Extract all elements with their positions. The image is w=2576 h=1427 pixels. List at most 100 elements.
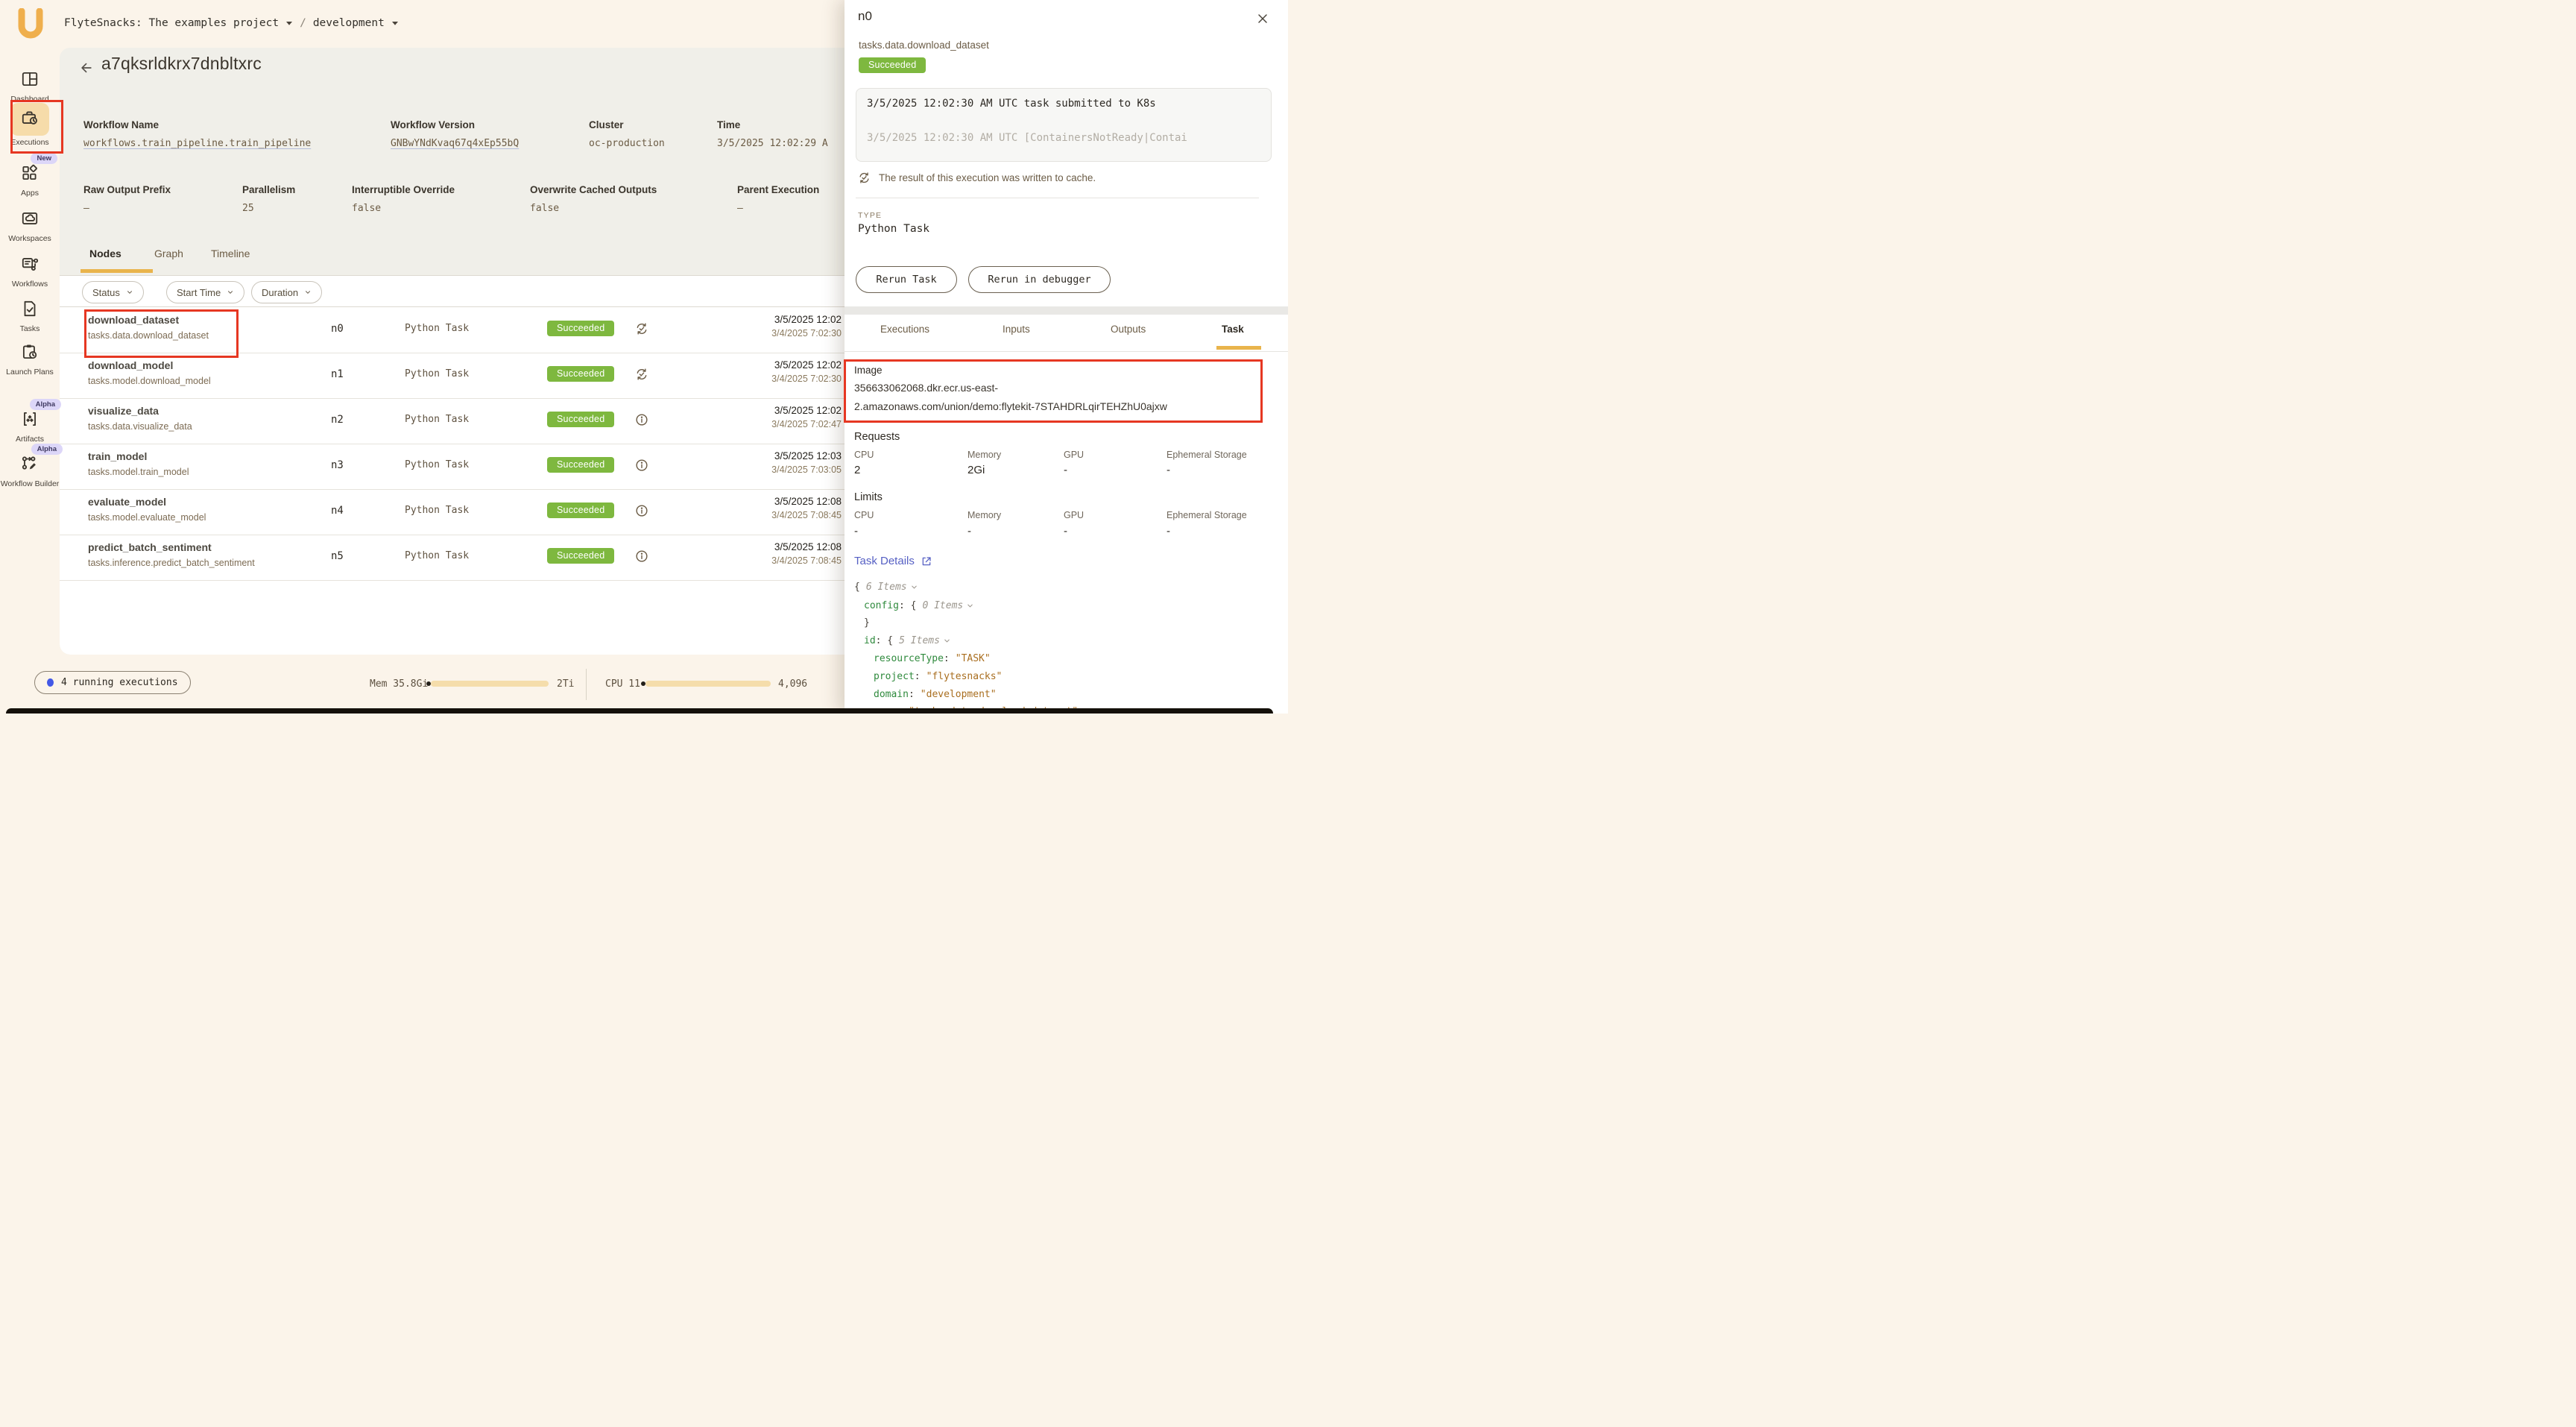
- limit-ephemeral-storage: -: [1167, 525, 1170, 538]
- sidebar-item-dashboard[interactable]: Dashboard: [0, 69, 60, 105]
- new-badge: New: [31, 153, 57, 164]
- chevron-down-icon[interactable]: [391, 20, 399, 26]
- field-time: Time 3/5/2025 12:02:29 A: [717, 119, 828, 149]
- table-row-n2[interactable]: visualize_data tasks.data.visualize_data…: [60, 398, 845, 444]
- domain-selector[interactable]: development: [313, 17, 385, 29]
- divider: [586, 669, 587, 700]
- column-header: GPU: [1064, 450, 1084, 460]
- tab-timeline[interactable]: Timeline: [211, 248, 250, 259]
- table-row-n3[interactable]: train_model tasks.model.train_model n3 P…: [60, 444, 845, 490]
- workflow-version-link[interactable]: GNBwYNdKvaq67q4xEp55bQ: [391, 138, 519, 149]
- chevron-down-icon[interactable]: [943, 637, 951, 645]
- tab-inputs[interactable]: Inputs: [1003, 324, 1030, 335]
- union-logo[interactable]: [18, 8, 43, 40]
- json-key: resourceType: [874, 653, 944, 664]
- table-row-n4[interactable]: evaluate_model tasks.model.evaluate_mode…: [60, 489, 845, 535]
- sidebar-item-label: Executions: [0, 138, 60, 148]
- log-preview[interactable]: 3/5/2025 12:02:30 AM UTC task submitted …: [856, 88, 1272, 162]
- cache-note: The result of this execution was written…: [857, 171, 1096, 185]
- workflow-name-link[interactable]: workflows.train_pipeline.train_pipeline: [83, 138, 311, 149]
- status-badge: Succeeded: [547, 321, 614, 336]
- filter-status[interactable]: Status: [82, 281, 144, 303]
- filter-duration[interactable]: Duration: [251, 281, 322, 303]
- cpu-max-label: 4,096: [778, 678, 807, 690]
- node-times: 3/5/2025 12:03 3/4/2025 7:03:05: [721, 450, 842, 475]
- sidebar-item-workflows[interactable]: Workflows: [0, 254, 60, 290]
- node-times: 3/5/2025 12:02 3/4/2025 7:02:30: [721, 359, 842, 384]
- filter-start-time[interactable]: Start Time: [166, 281, 244, 303]
- running-dot-icon: [47, 678, 54, 687]
- sidebar-item-workspaces[interactable]: Workspaces: [0, 209, 60, 245]
- filter-label: Status: [92, 287, 120, 298]
- sidebar-item-label: Tasks: [0, 324, 60, 335]
- close-icon[interactable]: [1255, 11, 1270, 26]
- table-row-n0[interactable]: download_dataset tasks.data.download_dat…: [60, 307, 845, 353]
- sidebar-item-artifacts[interactable]: Alpha Artifacts: [0, 409, 60, 445]
- tab-graph[interactable]: Graph: [154, 248, 183, 259]
- node-name: predict_batch_sentiment: [88, 541, 212, 553]
- button-label: Rerun Task: [876, 274, 936, 286]
- executions-icon: [20, 108, 40, 127]
- json-line: }: [864, 617, 870, 629]
- cpu-usage-bar: [645, 681, 771, 687]
- rerun-task-button[interactable]: Rerun Task: [856, 266, 957, 293]
- task-details-link[interactable]: Task Details: [854, 555, 932, 567]
- field-label: Workflow Name: [83, 119, 311, 130]
- chevron-down-icon[interactable]: [285, 20, 293, 26]
- running-executions-pill[interactable]: 4 running executions: [34, 671, 191, 694]
- tab-outputs[interactable]: Outputs: [1111, 324, 1146, 335]
- chevron-down-icon[interactable]: [910, 583, 918, 591]
- node-name: visualize_data: [88, 405, 159, 417]
- field-value: –: [737, 203, 819, 214]
- info-icon[interactable]: [634, 412, 649, 427]
- workflow-builder-icon: [20, 454, 40, 473]
- image-label: Image: [854, 365, 883, 376]
- info-icon[interactable]: [634, 549, 649, 564]
- alpha-badge: Alpha: [30, 399, 61, 410]
- sidebar-item-workflow-builder[interactable]: Alpha Workflow Builder: [0, 454, 60, 490]
- cache-icon[interactable]: [634, 321, 649, 336]
- chevron-down-icon[interactable]: [966, 602, 974, 610]
- field-label: Overwrite Cached Outputs: [530, 184, 657, 195]
- cache-icon[interactable]: [634, 367, 649, 382]
- artifacts-icon: [20, 409, 40, 429]
- type-value: Python Task: [858, 223, 929, 235]
- log-line: 3/5/2025 12:02:30 AM UTC [ContainersNotR…: [867, 132, 1260, 144]
- breadcrumb: FlyteSnacks: The examples project / deve…: [64, 17, 399, 29]
- table-row-n1[interactable]: download_model tasks.model.download_mode…: [60, 353, 845, 399]
- apps-icon: [20, 163, 40, 183]
- tab-nodes[interactable]: Nodes: [89, 248, 121, 259]
- limit-memory: -: [967, 525, 971, 538]
- node-detail-subtitle: tasks.data.download_dataset: [859, 40, 989, 51]
- rerun-in-debugger-button[interactable]: Rerun in debugger: [968, 266, 1111, 293]
- sidebar-item-tasks[interactable]: Tasks: [0, 299, 60, 335]
- table-row-n5[interactable]: predict_batch_sentiment tasks.inference.…: [60, 535, 845, 581]
- tab-executions[interactable]: Executions: [880, 324, 929, 335]
- start-time: 3/5/2025 12:08: [721, 541, 842, 552]
- request-gpu: -: [1064, 464, 1067, 476]
- info-icon[interactable]: [634, 458, 649, 473]
- json-key: id: [864, 635, 876, 646]
- limit-cpu: -: [854, 525, 858, 538]
- active-tab-indicator: [1216, 346, 1261, 350]
- column-header: Memory: [967, 510, 1001, 520]
- project-selector[interactable]: FlyteSnacks: The examples project: [64, 17, 279, 29]
- field-cluster: Cluster oc-production: [589, 119, 665, 149]
- field-value: false: [352, 203, 455, 214]
- workspaces-icon: [20, 209, 40, 228]
- sidebar-item-executions[interactable]: Executions: [0, 103, 60, 148]
- info-icon[interactable]: [634, 503, 649, 518]
- log-line: 3/5/2025 12:02:30 AM UTC task submitted …: [867, 98, 1260, 110]
- back-button[interactable]: [79, 60, 94, 75]
- column-header: CPU: [854, 450, 874, 460]
- sidebar-item-launch-plans[interactable]: Launch Plans: [0, 342, 60, 378]
- request-memory: 2Gi: [967, 464, 985, 476]
- memory-max-label: 2Ti: [557, 678, 574, 690]
- tab-task[interactable]: Task: [1222, 324, 1244, 335]
- field-raw-output-prefix: Raw Output Prefix –: [83, 184, 171, 214]
- column-header: Memory: [967, 450, 1001, 460]
- active-item-highlight: [10, 103, 49, 136]
- node-task: tasks.model.download_model: [88, 376, 211, 386]
- json-value: "development": [921, 689, 997, 700]
- sidebar-item-apps[interactable]: New Apps: [0, 163, 60, 199]
